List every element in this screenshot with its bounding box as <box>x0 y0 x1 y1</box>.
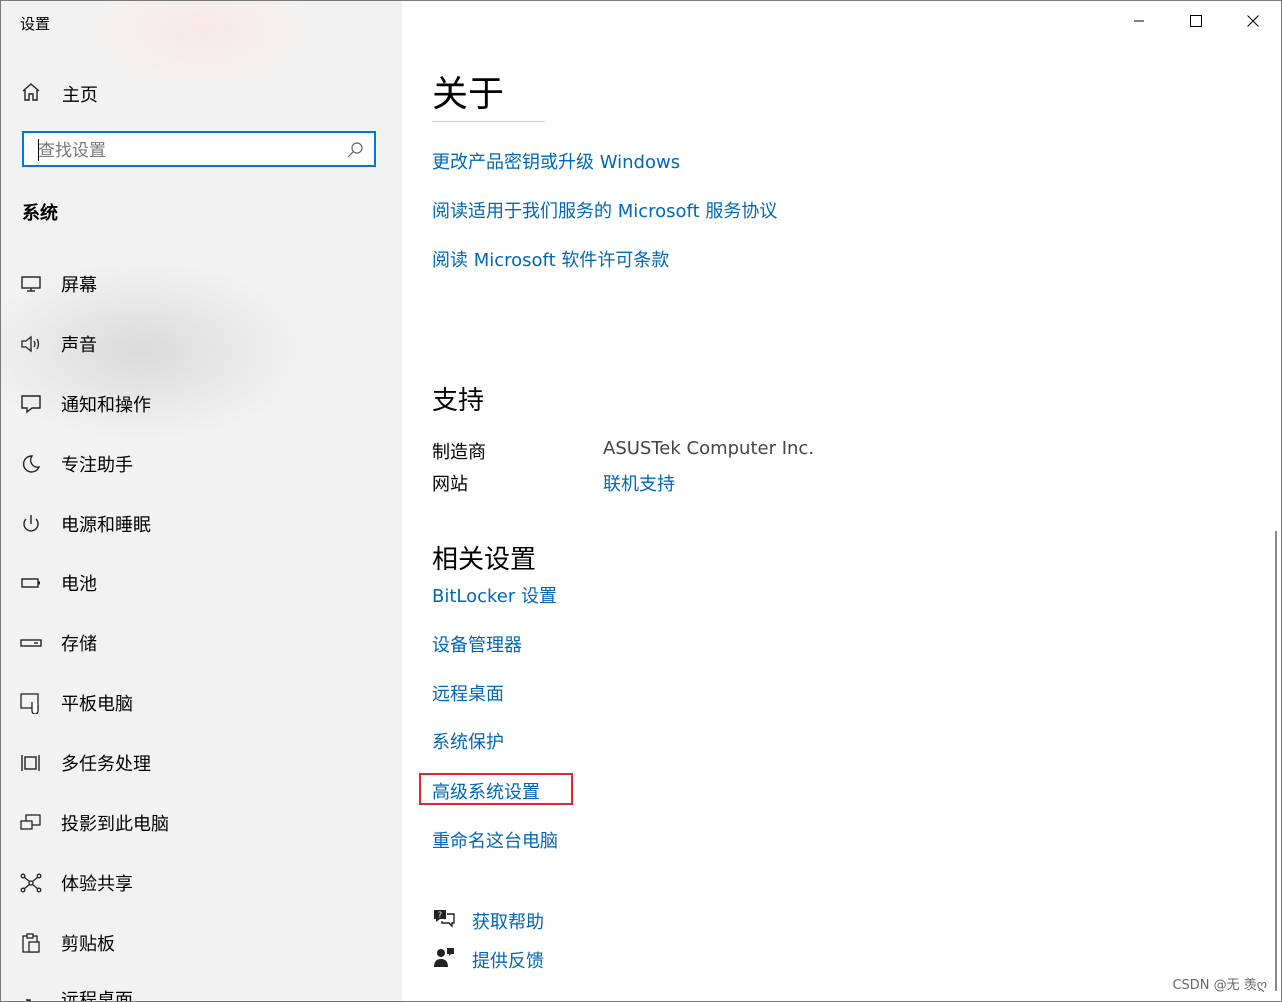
sidebar-item-multitasking[interactable]: 多任务处理 <box>20 743 390 783</box>
sidebar-item-label: 平板电脑 <box>61 694 133 715</box>
power-icon <box>20 513 42 535</box>
sidebar-item-project[interactable]: 投影到此电脑 <box>20 803 390 843</box>
license-terms-link[interactable]: 阅读 Microsoft 软件许可条款 <box>432 246 669 272</box>
main-content: 关于 更改产品密钥或升级 Windows 阅读适用于我们服务的 Microsof… <box>432 1 1281 1001</box>
storage-icon <box>20 632 42 654</box>
related-settings-heading: 相关设置 <box>432 545 537 575</box>
sidebar-item-label: 体验共享 <box>61 874 133 895</box>
rename-pc-link[interactable]: 重命名这台电脑 <box>432 827 558 853</box>
online-support-link[interactable]: 联机支持 <box>603 470 675 496</box>
title-divider <box>432 121 545 122</box>
speaker-icon <box>20 333 42 355</box>
scrollbar[interactable] <box>1275 531 1277 991</box>
sidebar-item-power-sleep[interactable]: 电源和睡眠 <box>20 504 390 544</box>
sidebar-item-label: 专注助手 <box>61 455 133 476</box>
get-help-label: 获取帮助 <box>472 912 544 933</box>
settings-window: 设置 主页 系统 屏幕 声音 <box>0 0 1282 1002</box>
multitask-icon <box>20 752 42 774</box>
sidebar: 设置 主页 系统 屏幕 声音 <box>1 1 402 1001</box>
sidebar-item-label: 远程桌面 <box>61 990 133 1002</box>
sidebar-item-label: 剪贴板 <box>61 934 115 955</box>
notification-icon <box>20 393 42 415</box>
website-label: 网站 <box>432 474 468 495</box>
project-icon <box>20 812 42 834</box>
search-input[interactable] <box>36 137 340 165</box>
bitlocker-settings-link[interactable]: BitLocker 设置 <box>432 582 557 608</box>
sidebar-item-label: 电源和睡眠 <box>61 515 151 536</box>
sidebar-item-focus-assist[interactable]: 专注助手 <box>20 444 390 484</box>
feedback-icon <box>432 947 456 973</box>
manufacturer-label: 制造商 <box>432 442 486 463</box>
home-nav-item[interactable]: 主页 <box>20 79 98 109</box>
clipboard-icon <box>20 932 42 954</box>
home-label: 主页 <box>62 85 98 106</box>
sidebar-item-clipboard[interactable]: 剪贴板 <box>20 923 390 963</box>
sidebar-item-display[interactable]: 屏幕 <box>20 264 390 304</box>
device-manager-link[interactable]: 设备管理器 <box>432 631 522 657</box>
feedback-row[interactable]: 提供反馈 <box>432 947 544 973</box>
watermark: CSDN @无 羡ღ <box>1172 978 1267 993</box>
sidebar-item-label: 多任务处理 <box>61 754 151 775</box>
sidebar-item-storage[interactable]: 存储 <box>20 623 390 663</box>
feedback-label: 提供反馈 <box>472 951 544 972</box>
sidebar-item-sound[interactable]: 声音 <box>20 324 390 364</box>
page-title: 关于 <box>432 74 505 115</box>
sidebar-item-label: 通知和操作 <box>61 395 151 416</box>
display-icon <box>20 273 42 295</box>
search-icon[interactable] <box>346 141 364 163</box>
home-icon <box>20 81 42 107</box>
sidebar-item-notifications[interactable]: 通知和操作 <box>20 384 390 424</box>
highlight-box <box>419 773 573 805</box>
manufacturer-value: ASUSTek Computer Inc. <box>603 438 815 459</box>
sidebar-item-label: 存储 <box>61 634 97 655</box>
sidebar-item-label: 屏幕 <box>61 275 97 296</box>
sidebar-item-remote-desktop[interactable]: 远程桌面 <box>20 979 390 1002</box>
sidebar-item-battery[interactable]: 电池 <box>20 563 390 603</box>
moon-icon <box>20 453 42 475</box>
sidebar-item-label: 声音 <box>61 335 97 356</box>
support-heading: 支持 <box>432 386 485 416</box>
app-title: 设置 <box>20 15 51 33</box>
search-field[interactable] <box>22 131 376 167</box>
sidebar-item-shared-experiences[interactable]: 体验共享 <box>20 863 390 903</box>
system-protection-link[interactable]: 系统保护 <box>432 728 504 754</box>
sidebar-item-tablet[interactable]: 平板电脑 <box>20 683 390 723</box>
sidebar-item-label: 投影到此电脑 <box>61 814 169 835</box>
battery-icon <box>20 572 42 594</box>
sidebar-item-label: 电池 <box>61 574 97 595</box>
share-icon <box>20 872 42 894</box>
remote-desktop-link[interactable]: 远程桌面 <box>432 680 504 706</box>
get-help-row[interactable]: ? 获取帮助 <box>432 908 544 934</box>
section-title-system: 系统 <box>22 203 58 224</box>
service-agreement-link[interactable]: 阅读适用于我们服务的 Microsoft 服务协议 <box>432 197 777 223</box>
upgrade-windows-link[interactable]: 更改产品密钥或升级 Windows <box>432 148 680 174</box>
svg-text:?: ? <box>438 911 442 920</box>
help-chat-icon: ? <box>432 908 456 934</box>
remote-desktop-icon <box>20 988 42 1001</box>
tablet-icon <box>20 692 42 714</box>
